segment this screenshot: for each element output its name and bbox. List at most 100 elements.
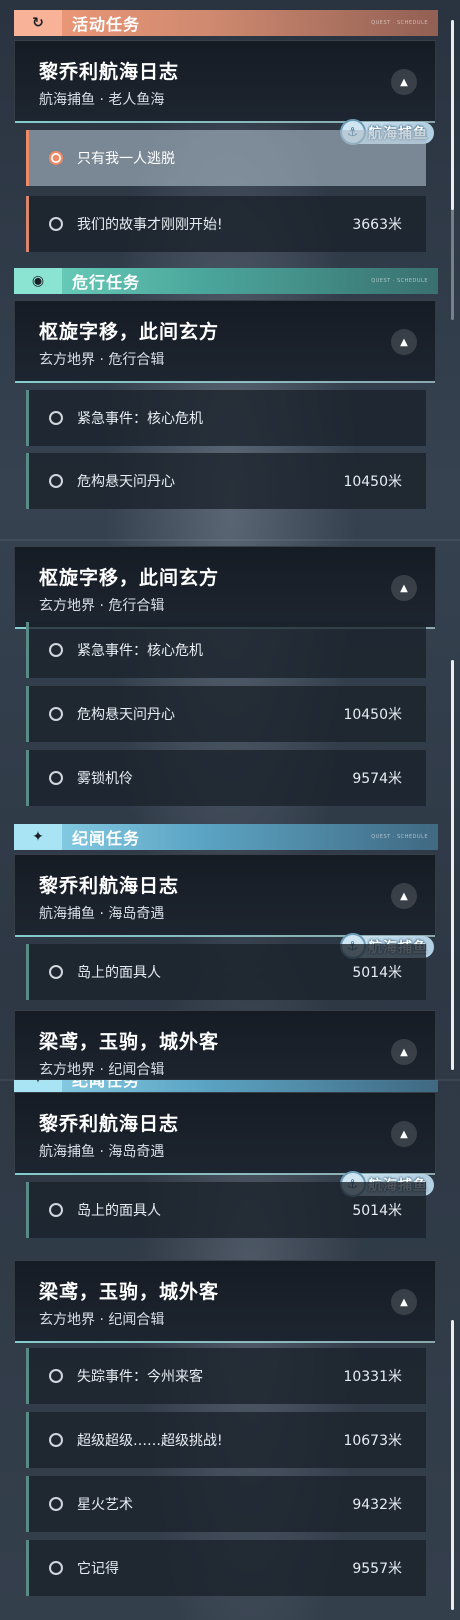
quest-item[interactable]: 超级超级……超级挑战! 10673米	[26, 1412, 426, 1468]
quest-panel-1: ↻ 活动任务 QUEST · SCHEDULE 黎乔利航海日志 航海捕鱼 · 老…	[0, 0, 460, 540]
target-icon: ◉	[14, 268, 62, 294]
quest-item[interactable]: 岛上的面具人 5014米	[26, 1182, 426, 1238]
quest-title: 黎乔利航海日志	[39, 1113, 180, 1135]
quest-header-voyage-log[interactable]: 黎乔利航海日志 航海捕鱼 · 老人鱼海 ▲	[14, 40, 436, 123]
quest-item-label: 紧急事件：核心危机	[77, 411, 203, 427]
quest-item-label: 岛上的面具人	[77, 1203, 161, 1219]
quest-header-liangyuan[interactable]: 梁鸢，玉驹，城外客 玄方地界 · 纪闻合辑 ▲	[14, 1260, 436, 1343]
quest-item-label: 我们的故事才刚刚开始!	[77, 217, 223, 233]
quest-item[interactable]: 危构悬天问丹心 10450米	[26, 686, 426, 742]
quest-item[interactable]: 它记得 9557米	[26, 1540, 426, 1596]
quest-item-label: 危构悬天问丹心	[77, 474, 175, 490]
quest-subtitle: 玄方地界 · 危行合辑	[39, 598, 165, 614]
collapse-icon[interactable]: ▲	[391, 1039, 417, 1065]
refresh-icon: ↻	[14, 10, 62, 36]
scrollbar[interactable]	[451, 660, 454, 1070]
quest-item[interactable]: 我们的故事才刚刚开始! 3663米	[26, 196, 426, 252]
quest-item[interactable]: 失踪事件：今州来客 10331米	[26, 1348, 426, 1404]
quest-panel-3: ✦ 纪闻任务 黎乔利航海日志 航海捕鱼 · 海岛奇遇 ▲ ⚓ 航海捕鱼 岛上的面…	[0, 1080, 460, 1620]
quest-item-label: 只有我一人逃脱	[77, 151, 175, 167]
category-danger[interactable]: ◉ 危行任务 QUEST · SCHEDULE	[14, 268, 438, 294]
category-title: 纪闻任务	[72, 1080, 141, 1090]
quest-item-label: 它记得	[77, 1561, 119, 1577]
category-activity[interactable]: ↻ 活动任务 QUEST · SCHEDULE	[14, 10, 438, 36]
category-title: 纪闻任务	[72, 829, 141, 848]
radio-icon	[49, 151, 63, 165]
quest-header-voyage-log[interactable]: 黎乔利航海日志 航海捕鱼 · 海岛奇遇 ▲	[14, 854, 436, 937]
category-story[interactable]: ✦ 纪闻任务	[14, 1080, 438, 1092]
quest-title: 梁鸢，玉驹，城外客	[39, 1281, 220, 1303]
header-divider	[15, 1341, 435, 1343]
category-title: 活动任务	[72, 15, 141, 34]
sparkle-icon: ✦	[14, 824, 62, 850]
quest-title: 梁鸢，玉驹，城外客	[39, 1031, 220, 1053]
header-divider	[15, 381, 435, 383]
quest-panel-2: 枢旋字移，此间玄方 玄方地界 · 危行合辑 ▲ 紧急事件：核心危机 危构悬天问丹…	[0, 540, 460, 1080]
quest-title: 黎乔利航海日志	[39, 875, 180, 897]
sparkle-icon: ✦	[14, 1080, 62, 1092]
quest-item[interactable]: 雾锁机伶 9574米	[26, 750, 426, 806]
radio-icon	[49, 217, 63, 231]
category-title: 危行任务	[72, 273, 141, 292]
quest-item[interactable]: 岛上的面具人 5014米	[26, 944, 426, 1000]
quest-title: 枢旋字移，此间玄方	[39, 567, 220, 589]
quest-item-label: 紧急事件：核心危机	[77, 643, 203, 659]
quest-title: 黎乔利航海日志	[39, 61, 180, 83]
radio-icon	[49, 643, 63, 657]
radio-icon	[49, 1561, 63, 1575]
collapse-icon[interactable]: ▲	[391, 1289, 417, 1315]
quest-subtitle: 航海捕鱼 · 海岛奇遇	[39, 906, 165, 922]
quest-item-distance: 5014米	[352, 965, 402, 981]
category-deco-text: QUEST · SCHEDULE	[371, 834, 428, 840]
quest-item-distance: 10450米	[343, 707, 402, 723]
quest-title: 枢旋字移，此间玄方	[39, 321, 220, 343]
scrollbar[interactable]	[451, 20, 454, 320]
quest-item-label: 失踪事件：今州来客	[77, 1369, 203, 1385]
category-deco-text: QUEST · SCHEDULE	[371, 20, 428, 26]
quest-item-distance: 10331米	[343, 1369, 402, 1385]
collapse-icon[interactable]: ▲	[391, 1121, 417, 1147]
radio-icon	[49, 1369, 63, 1383]
collapse-icon[interactable]: ▲	[391, 575, 417, 601]
quest-header-xuanfang[interactable]: 枢旋字移，此间玄方 玄方地界 · 危行合辑 ▲	[14, 300, 436, 383]
quest-header-xuanfang[interactable]: 枢旋字移，此间玄方 玄方地界 · 危行合辑 ▲	[14, 546, 436, 629]
scrollbar-thumb[interactable]	[451, 20, 454, 210]
quest-item-label: 星火艺术	[77, 1497, 133, 1513]
quest-item-distance: 9574米	[352, 771, 402, 787]
quest-item-distance: 3663米	[352, 217, 402, 233]
radio-icon	[49, 411, 63, 425]
category-deco-text: QUEST · SCHEDULE	[371, 278, 428, 284]
quest-subtitle: 玄方地界 · 危行合辑	[39, 352, 165, 368]
scrollbar-thumb[interactable]	[451, 1320, 454, 1610]
radio-icon	[49, 1433, 63, 1447]
quest-item-distance: 5014米	[352, 1203, 402, 1219]
quest-item-label: 雾锁机伶	[77, 771, 133, 787]
collapse-icon[interactable]: ▲	[391, 883, 417, 909]
quest-subtitle: 航海捕鱼 · 老人鱼海	[39, 92, 165, 108]
quest-item-distance: 10450米	[343, 474, 402, 490]
radio-icon	[49, 771, 63, 785]
scrollbar-thumb[interactable]	[451, 660, 454, 1070]
quest-item[interactable]: 紧急事件：核心危机	[26, 622, 426, 678]
quest-item-distance: 9557米	[352, 1561, 402, 1577]
quest-subtitle: 玄方地界 · 纪闻合辑	[39, 1312, 165, 1328]
radio-icon	[49, 1497, 63, 1511]
quest-item-distance: 10673米	[343, 1433, 402, 1449]
quest-item[interactable]: 紧急事件：核心危机	[26, 390, 426, 446]
quest-subtitle: 玄方地界 · 纪闻合辑	[39, 1062, 165, 1078]
quest-item-label: 超级超级……超级挑战!	[77, 1433, 223, 1449]
collapse-icon[interactable]: ▲	[391, 69, 417, 95]
quest-item-label: 危构悬天问丹心	[77, 707, 175, 723]
radio-icon	[49, 474, 63, 488]
category-story[interactable]: ✦ 纪闻任务 QUEST · SCHEDULE	[14, 824, 438, 850]
quest-header-liangyuan[interactable]: 梁鸢，玉驹，城外客 玄方地界 · 纪闻合辑 ▲	[14, 1010, 436, 1080]
quest-item[interactable]: 危构悬天问丹心 10450米	[26, 453, 426, 509]
quest-subtitle: 航海捕鱼 · 海岛奇遇	[39, 1144, 165, 1160]
radio-icon	[49, 965, 63, 979]
quest-header-voyage-log[interactable]: 黎乔利航海日志 航海捕鱼 · 海岛奇遇 ▲	[14, 1092, 436, 1175]
quest-item[interactable]: 星火艺术 9432米	[26, 1476, 426, 1532]
radio-icon	[49, 1203, 63, 1217]
scrollbar[interactable]	[451, 1320, 454, 1610]
quest-item[interactable]: 只有我一人逃脱	[26, 130, 426, 186]
collapse-icon[interactable]: ▲	[391, 329, 417, 355]
